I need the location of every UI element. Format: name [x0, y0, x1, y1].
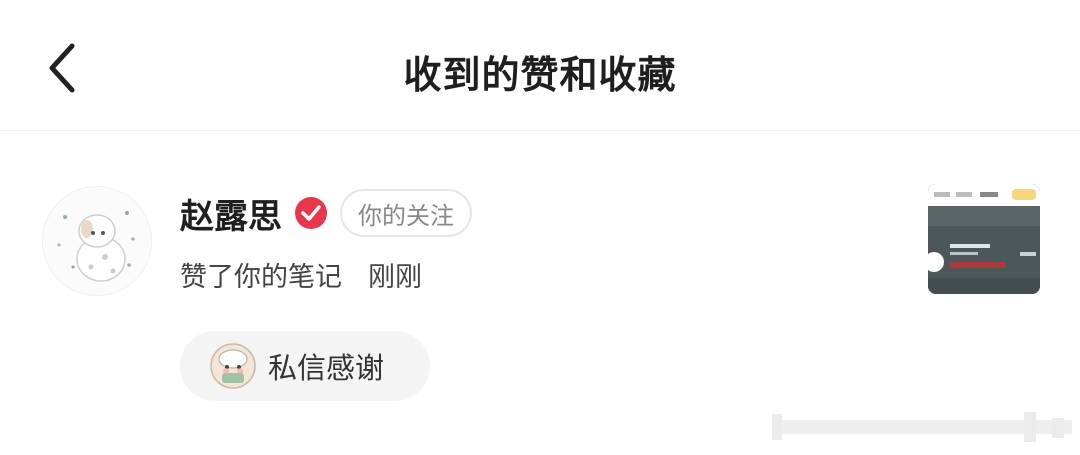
page-title: 收到的赞和收藏: [403, 53, 677, 97]
sticker-emoji-icon: [208, 341, 258, 391]
top-bar: 收到的赞和收藏: [0, 0, 1080, 131]
user-name[interactable]: 赵露思: [180, 189, 282, 238]
thank-message-label: 私信感谢: [268, 351, 385, 385]
timestamp: 刚刚: [368, 261, 422, 293]
avatar[interactable]: [42, 186, 152, 296]
notification-item[interactable]: [0, 131, 1080, 455]
thank-message-button[interactable]: 私信感谢: [180, 331, 430, 401]
following-tag: 你的关注: [340, 189, 472, 237]
action-row: 赞了你的笔记 刚刚: [180, 254, 422, 294]
note-thumbnail-image: [928, 184, 1040, 294]
watermark-strip: [772, 412, 1072, 442]
user-row: 赵露思 你的关注: [180, 188, 472, 238]
action-text: 赞了你的笔记: [180, 261, 342, 293]
note-thumbnail[interactable]: [928, 184, 1040, 294]
verified-check-icon: [294, 196, 328, 230]
puppy-avatar-image: [43, 187, 151, 295]
